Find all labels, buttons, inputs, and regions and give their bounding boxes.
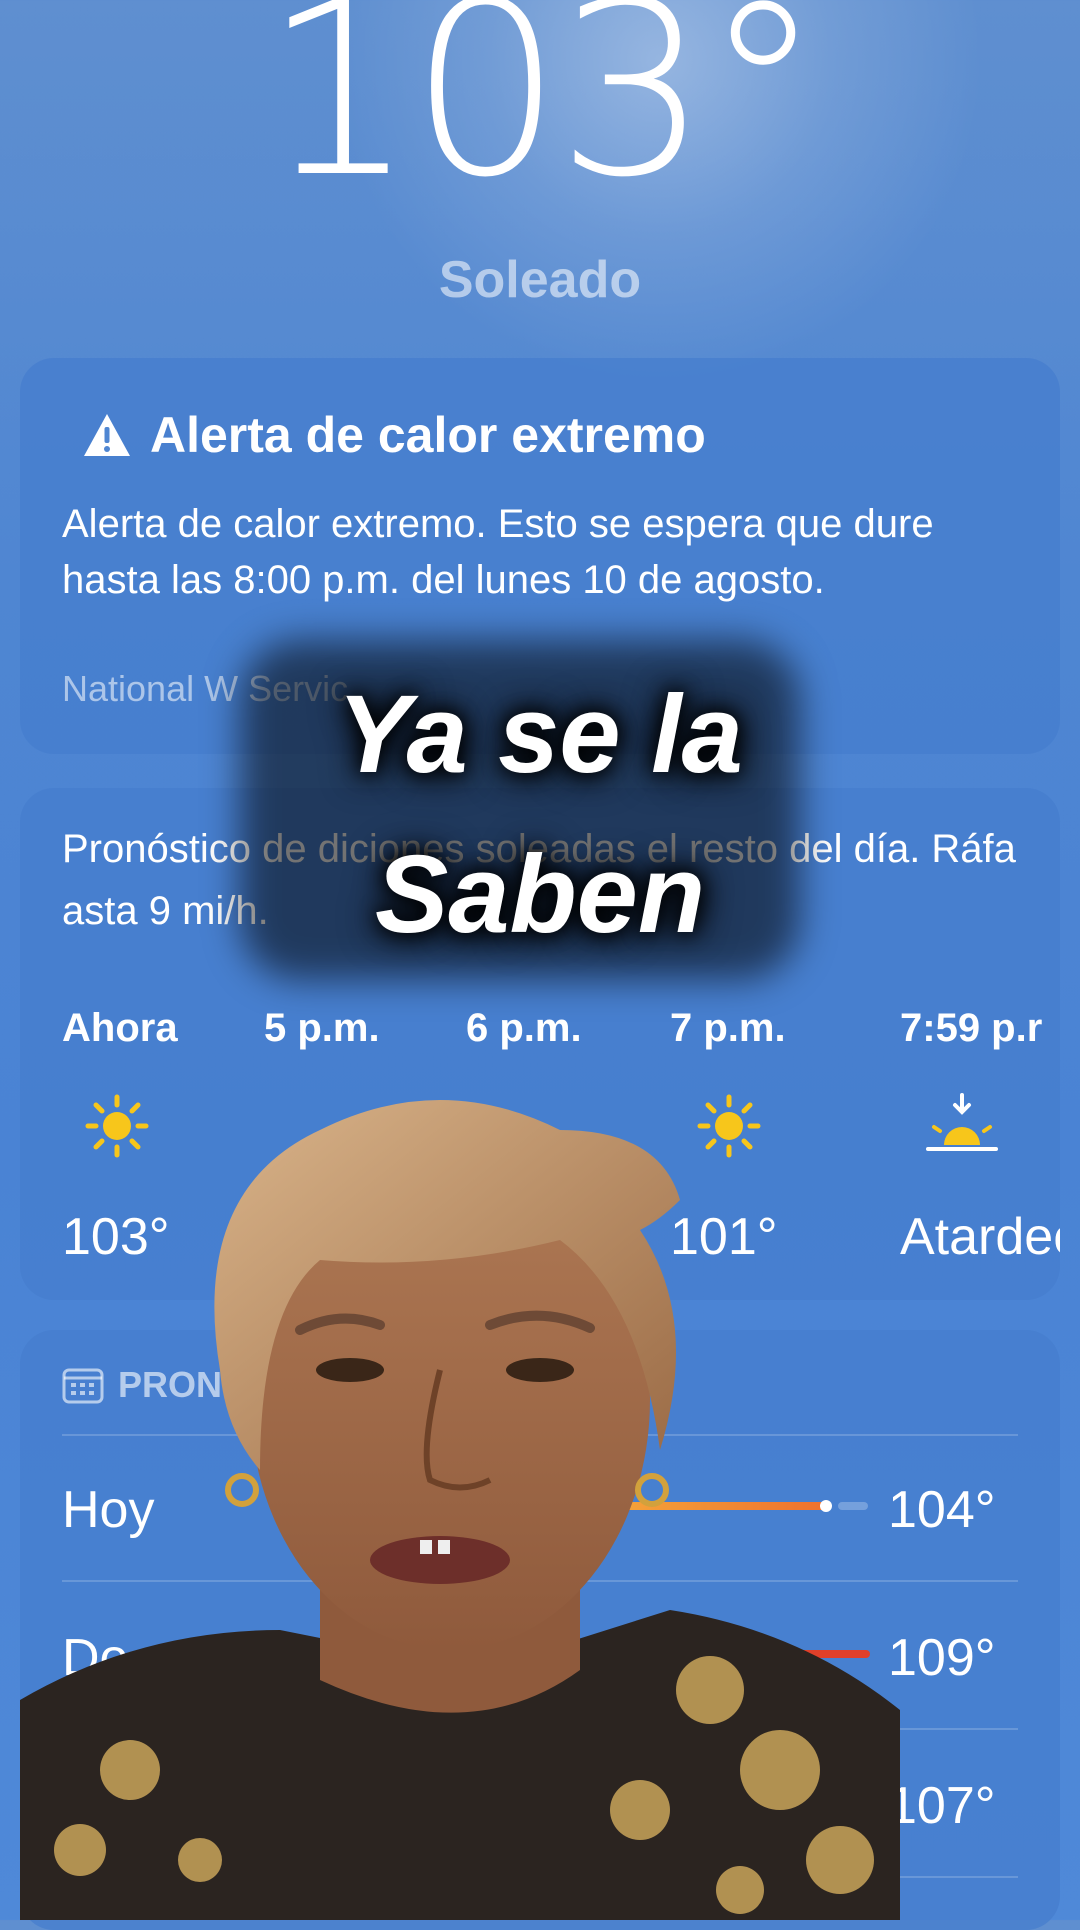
current-condition: Soleado (438, 251, 642, 309)
alert-body: Alerta de calor extremo. Esto se espera … (62, 502, 934, 602)
sunset-icon (900, 1091, 1060, 1161)
hour-item: 6 p.m. (466, 1006, 666, 1051)
hour-item: 5 p.m. (264, 1006, 464, 1051)
warning-icon (84, 414, 130, 456)
alert-title: Alerta de calor extremo (150, 407, 706, 463)
caption-line-2: Saben (374, 833, 706, 956)
hour-time: 7:59 p.r (900, 1006, 1043, 1050)
person-video-overlay (20, 1100, 900, 1920)
hour-time: 7 p.m. (670, 1006, 786, 1050)
alert-title-row: Alerta de calor extremo (82, 406, 706, 464)
hour-time: 6 p.m. (466, 1006, 582, 1050)
hour-time: 5 p.m. (264, 1006, 380, 1050)
caption-line-1: Ya se la (337, 673, 743, 796)
hour-time: Ahora (62, 1006, 178, 1050)
current-temperature: 103° (262, 0, 823, 230)
hour-item: 7:59 p.r Atardec (900, 1006, 1060, 1267)
hour-temp: Atardec (900, 1208, 1060, 1266)
